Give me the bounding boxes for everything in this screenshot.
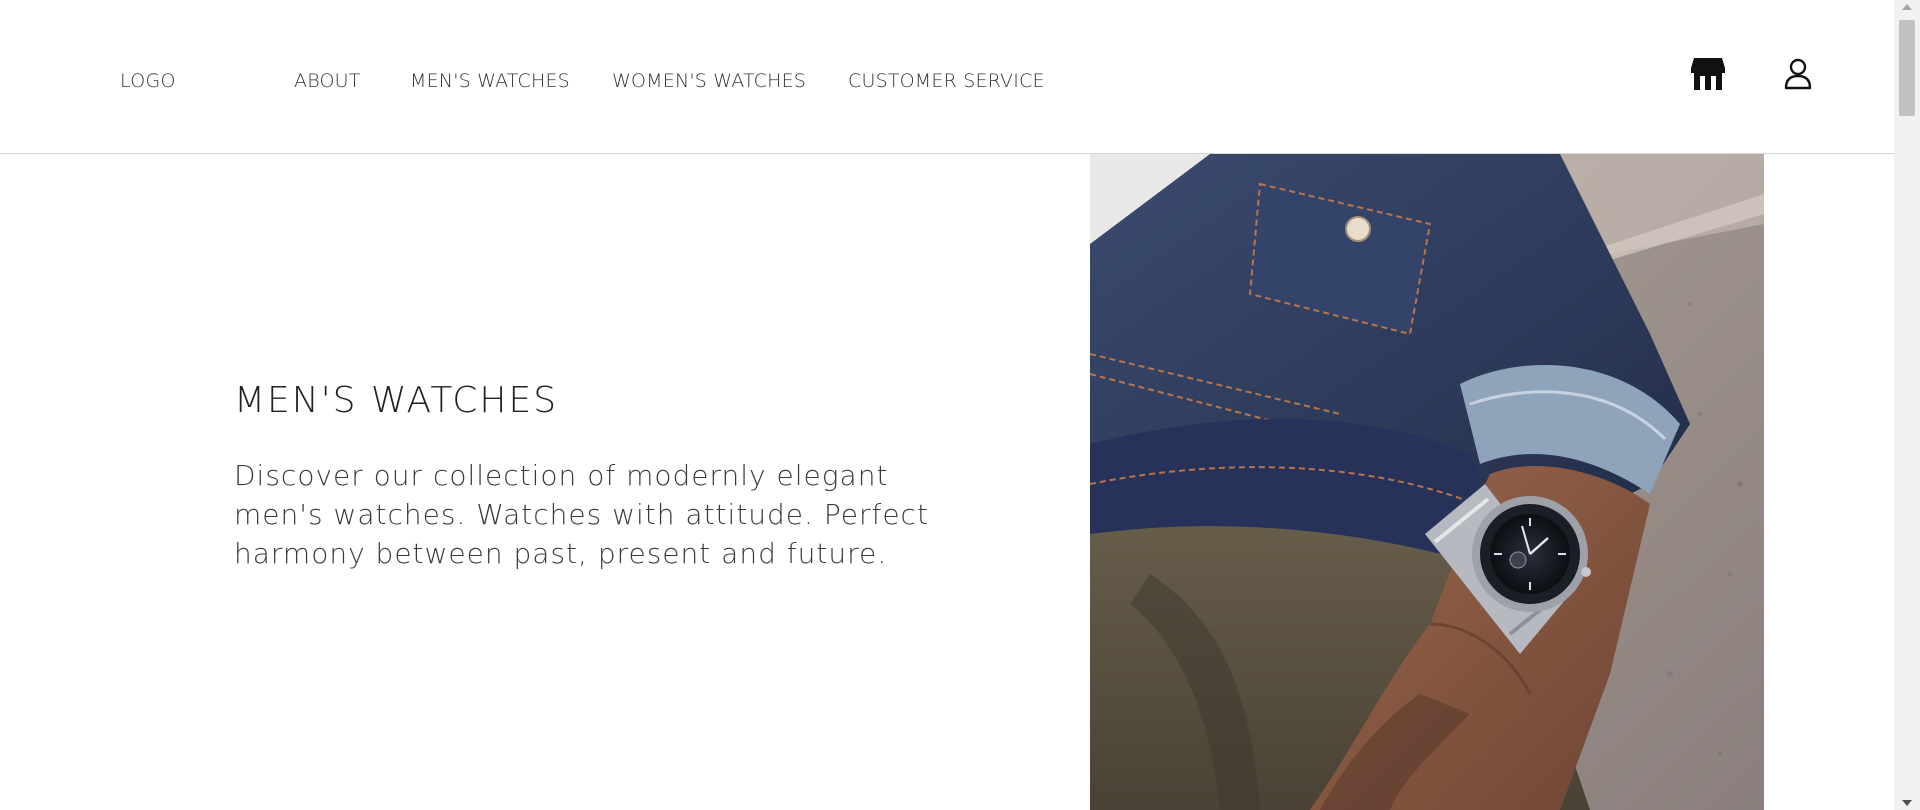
- scroll-thumb[interactable]: [1899, 20, 1915, 116]
- scroll-down-icon[interactable]: [1902, 800, 1912, 806]
- nav-customer-service[interactable]: CUSTOMER SERVICE: [848, 70, 1045, 92]
- nav-about[interactable]: ABOUT: [294, 70, 361, 92]
- logo[interactable]: LOGO: [120, 70, 176, 92]
- account-button[interactable]: [1778, 54, 1818, 94]
- store-button[interactable]: [1688, 54, 1728, 94]
- site-header: LOGO ABOUT MEN'S WATCHES WOMEN'S WATCHES…: [0, 0, 1894, 154]
- page: LOGO ABOUT MEN'S WATCHES WOMEN'S WATCHES…: [0, 0, 1920, 810]
- nav-womens-watches[interactable]: WOMEN'S WATCHES: [612, 70, 806, 92]
- hero-title: MEN'S WATCHES: [234, 380, 559, 421]
- hero-description: Discover our collection of modernly eleg…: [234, 459, 929, 570]
- nav-mens-watches[interactable]: MEN'S WATCHES: [410, 70, 570, 92]
- watch-on-wrist-illustration: [1090, 154, 1764, 810]
- scroll-up-icon[interactable]: [1902, 4, 1912, 10]
- vertical-scrollbar[interactable]: [1894, 0, 1920, 810]
- store-icon: [1691, 58, 1725, 90]
- hero-image: [1090, 154, 1764, 810]
- user-icon: [1784, 58, 1812, 90]
